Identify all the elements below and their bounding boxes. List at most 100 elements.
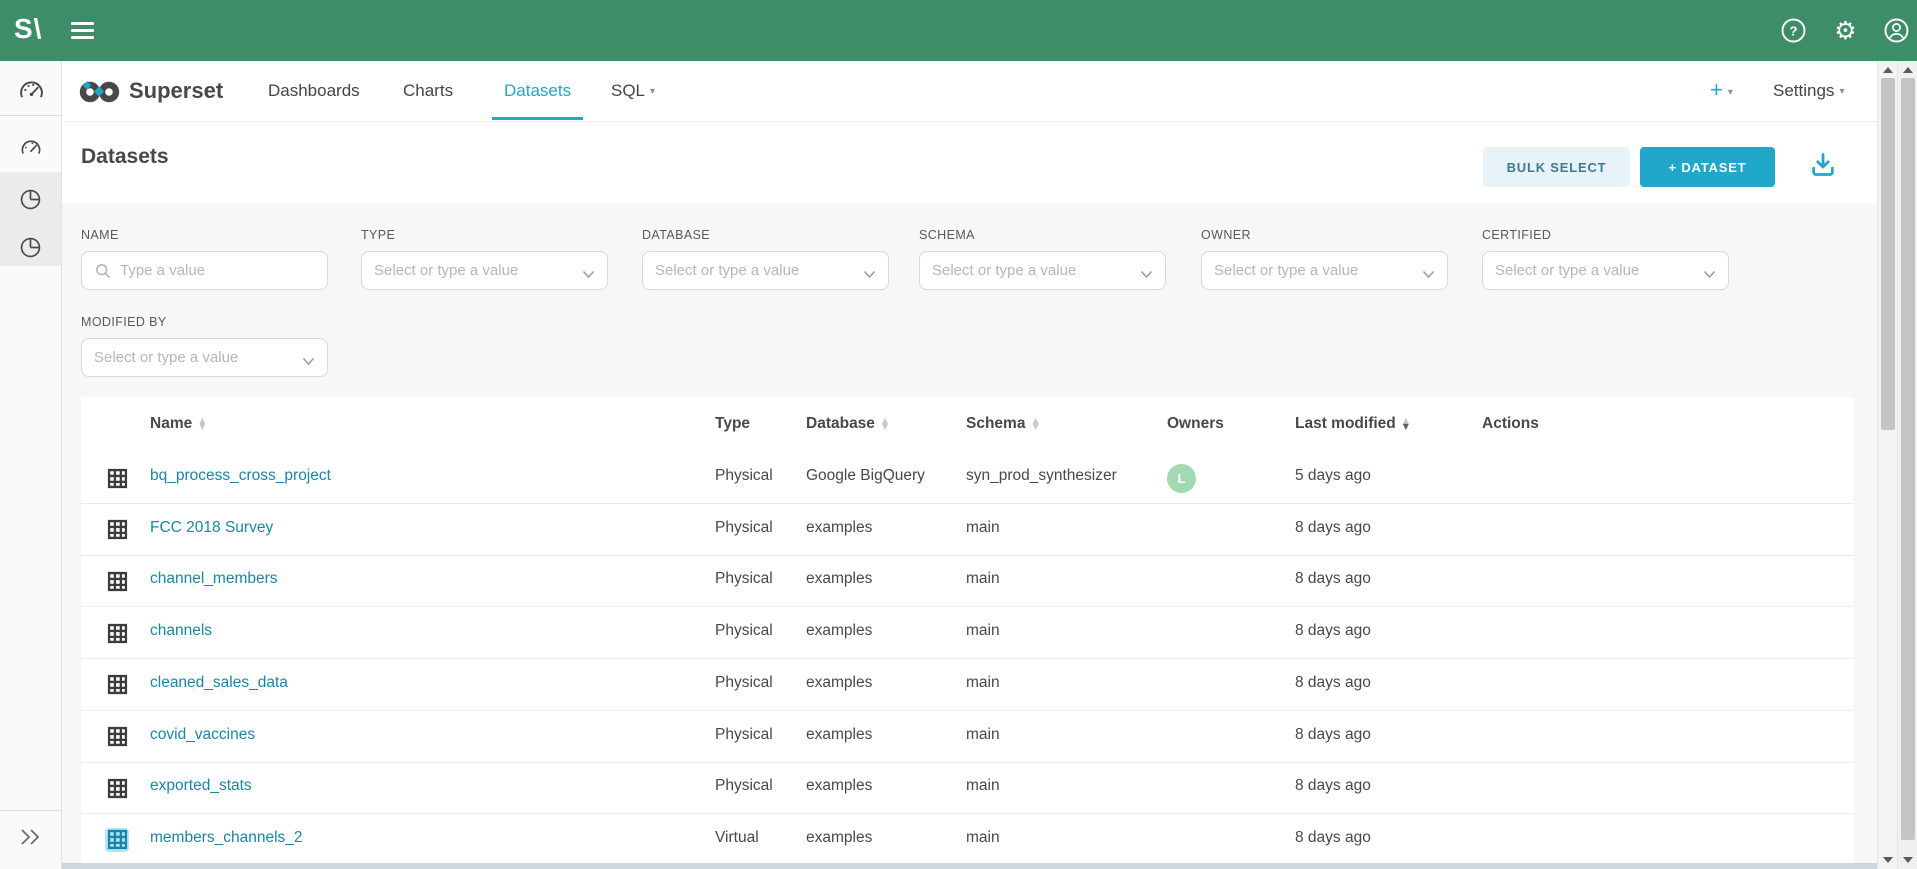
superset-brand-text[interactable]: Superset: [129, 78, 223, 104]
export-datasets-icon[interactable]: [1808, 150, 1838, 185]
pie-chart-icon[interactable]: [18, 235, 43, 265]
dataset-type-icon: [105, 725, 129, 749]
filter-owner: OWNER Select or type a value: [1201, 228, 1448, 290]
scroll-up-arrow[interactable]: [1883, 67, 1893, 73]
filter-control[interactable]: Select or type a value: [1482, 251, 1729, 290]
dataset-database: Google BigQuery: [806, 467, 925, 485]
dataset-type: Physical: [715, 777, 773, 795]
chevron-down-icon: [582, 266, 595, 284]
dataset-type: Physical: [715, 622, 773, 640]
dataset-type: Virtual: [715, 829, 759, 847]
dashboard-gauge-small-icon[interactable]: [19, 136, 43, 165]
dataset-name-link[interactable]: channels: [150, 622, 212, 640]
sort-icon: ▲▼: [882, 418, 888, 430]
settings-menu[interactable]: Settings▾: [1773, 81, 1844, 101]
outer-scrollbar-thumb[interactable]: [1901, 78, 1915, 840]
add-dataset-button[interactable]: + DATASET: [1640, 147, 1775, 187]
dataset-schema: syn_prod_synthesizer: [966, 467, 1117, 485]
nav-tab-charts[interactable]: Charts: [403, 81, 453, 101]
column-header-name[interactable]: Name▲▼: [150, 415, 205, 433]
table-row: channels Physical examples main 8 days a…: [81, 607, 1854, 659]
dataset-schema: main: [966, 570, 1000, 588]
owner-avatar[interactable]: L: [1167, 464, 1196, 493]
filter-control[interactable]: Select or type a value: [361, 251, 608, 290]
svg-text:?: ?: [1790, 24, 1798, 39]
dataset-name-link[interactable]: members_channels_2: [150, 829, 303, 847]
filter-control[interactable]: Select or type a value: [1201, 251, 1448, 290]
filter-label: OWNER: [1201, 228, 1448, 242]
dataset-schema: main: [966, 519, 1000, 537]
app-sidebar: [0, 61, 62, 869]
new-plus-menu[interactable]: +▾: [1710, 77, 1733, 103]
dataset-name-link[interactable]: FCC 2018 Survey: [150, 519, 273, 537]
dataset-schema: main: [966, 726, 1000, 744]
horizontal-scrollbar[interactable]: [62, 863, 1877, 869]
dataset-database: examples: [806, 622, 872, 640]
pie-chart-icon[interactable]: [18, 187, 43, 217]
table-header-row: Name▲▼ Type▲▼ Database▲▼ Schema▲▼ Owners▲▼ La…: [81, 397, 1854, 452]
filter-control[interactable]: Select or type a value: [642, 251, 889, 290]
sidebar-divider: [0, 810, 62, 811]
scroll-down-arrow[interactable]: [1883, 857, 1893, 863]
table-row: members_channels_2 Virtual examples main…: [81, 814, 1854, 866]
dataset-database: examples: [806, 777, 872, 795]
dataset-type: Physical: [715, 726, 773, 744]
inner-vertical-scrollbar[interactable]: [1877, 61, 1897, 869]
dataset-type-icon: [105, 569, 129, 593]
column-header-schema[interactable]: Schema▲▼: [966, 415, 1039, 433]
column-header-owners[interactable]: Owners▲▼: [1167, 415, 1224, 433]
inner-scrollbar-thumb[interactable]: [1881, 78, 1895, 430]
filter-placeholder: Type a value: [120, 262, 315, 279]
app-logo[interactable]: S\: [14, 13, 42, 45]
filter-label: MODIFIED BY: [81, 315, 328, 329]
expand-sidebar-icon[interactable]: [18, 827, 42, 852]
help-icon[interactable]: ?: [1780, 17, 1807, 44]
outer-vertical-scrollbar[interactable]: [1897, 61, 1917, 869]
dataset-type: Physical: [715, 519, 773, 537]
filter-label: DATABASE: [642, 228, 889, 242]
dataset-name-link[interactable]: exported_stats: [150, 777, 252, 795]
chevron-down-icon: [1140, 266, 1153, 284]
dataset-name-link[interactable]: bq_process_cross_project: [150, 467, 331, 485]
filter-control[interactable]: Type a value: [81, 251, 328, 290]
dashboard-gauge-icon[interactable]: [17, 76, 46, 110]
dataset-name-link[interactable]: cleaned_sales_data: [150, 674, 288, 692]
table-row: cleaned_sales_data Physical examples mai…: [81, 659, 1854, 711]
sidebar-divider: [0, 115, 62, 116]
table-row: covid_vaccines Physical examples main 8 …: [81, 711, 1854, 763]
nav-tab-dashboards[interactable]: Dashboards: [268, 81, 360, 101]
nav-tab-sql[interactable]: SQL▾: [611, 81, 655, 101]
table-row: bq_process_cross_project Physical Google…: [81, 452, 1854, 504]
chevron-down-icon: [1703, 266, 1716, 284]
column-header-actions[interactable]: Actions▲▼: [1482, 415, 1539, 433]
filter-control[interactable]: Select or type a value: [919, 251, 1166, 290]
dataset-name-link[interactable]: covid_vaccines: [150, 726, 255, 744]
filter-placeholder: Select or type a value: [1214, 262, 1435, 279]
dataset-type-icon: [105, 776, 129, 800]
column-header-modified[interactable]: Last modified▲▼: [1295, 415, 1409, 433]
sort-icon: ▲▼: [1403, 418, 1409, 430]
column-header-type[interactable]: Type▲▼: [715, 415, 750, 433]
table-row: channel_members Physical examples main 8…: [81, 555, 1854, 607]
dataset-schema: main: [966, 829, 1000, 847]
gear-icon[interactable]: ⚙: [1832, 17, 1859, 44]
scroll-up-arrow[interactable]: [1903, 67, 1913, 73]
user-account-icon[interactable]: [1883, 17, 1910, 44]
hamburger-menu-icon[interactable]: [71, 22, 94, 39]
virtual-dataset-icon: [105, 828, 129, 852]
last-modified: 8 days ago: [1295, 777, 1371, 795]
column-header-database[interactable]: Database▲▼: [806, 415, 888, 433]
filter-label: NAME: [81, 228, 328, 242]
bulk-select-button[interactable]: BULK SELECT: [1483, 147, 1630, 187]
filter-control[interactable]: Select or type a value: [81, 338, 328, 377]
dataset-database: examples: [806, 570, 872, 588]
nav-tab-datasets[interactable]: Datasets: [504, 81, 571, 101]
scroll-down-arrow[interactable]: [1903, 857, 1913, 863]
superset-logo-icon[interactable]: [78, 78, 124, 111]
dataset-name-link[interactable]: channel_members: [150, 570, 278, 588]
filter-type: TYPE Select or type a value: [361, 228, 608, 290]
application-window: S\ ? ⚙ Superset: [0, 0, 1917, 869]
chevron-down-icon: [863, 266, 876, 284]
dataset-type-icon: [105, 621, 129, 645]
search-icon: [94, 262, 112, 280]
